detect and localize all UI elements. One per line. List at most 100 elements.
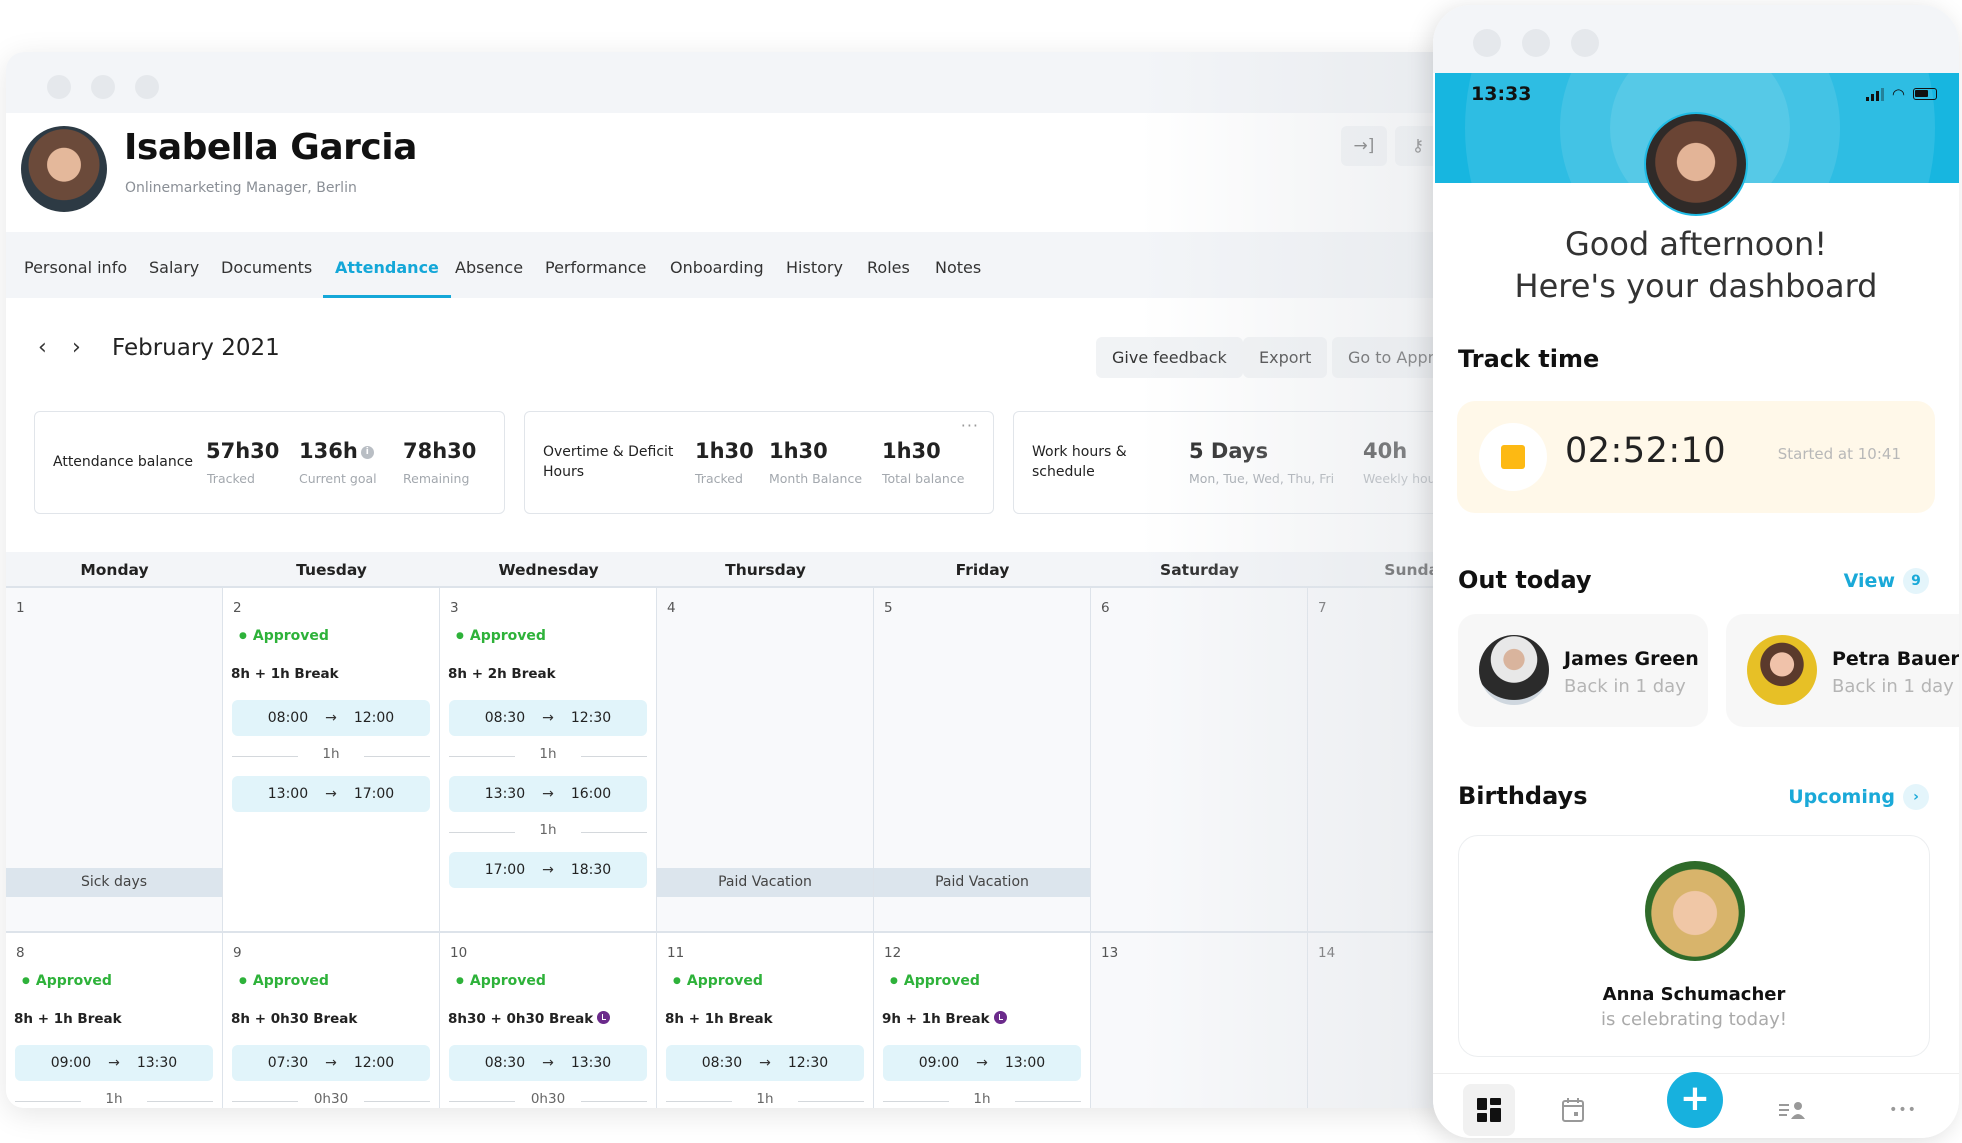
- day-number: 7: [1318, 600, 1327, 616]
- current-month-label: February 2021: [112, 335, 280, 361]
- view-out-today-link[interactable]: View 9: [1844, 568, 1929, 594]
- out-today-person-card[interactable]: James Green Back in 1 day: [1458, 614, 1708, 727]
- track-time-title: Track time: [1458, 345, 1600, 373]
- arrow-right-icon: →: [542, 862, 554, 878]
- tab-roles[interactable]: Roles: [867, 232, 910, 298]
- phone-titlebar: [1433, 5, 1959, 73]
- schedule-summary: 8h30 + 0h30 Break: [448, 1011, 611, 1027]
- tab-people[interactable]: [1766, 1084, 1818, 1136]
- approved-status: Approved: [456, 628, 546, 644]
- tab-salary[interactable]: Salary: [149, 232, 199, 298]
- dashboard-icon: [1477, 1098, 1501, 1122]
- calendar-day-cell[interactable]: 2 Approved 8h + 1h Break 08:00 → 12:00 1h 13:00…: [223, 588, 440, 933]
- time-slot[interactable]: 17:00 → 18:30: [449, 852, 647, 888]
- work-schedule-card: Work hours & schedule 5 Days Mon, Tue, W…: [1013, 411, 1466, 514]
- person-name: Petra Bauer: [1832, 648, 1959, 670]
- info-icon[interactable]: i: [360, 446, 374, 459]
- time-slot[interactable]: 08:30 → 12:30: [666, 1045, 864, 1081]
- weekday-header: Monday Tuesday Wednesday Thursday Friday…: [6, 552, 1466, 588]
- day-number: 8: [16, 945, 25, 961]
- tab-calendar[interactable]: [1547, 1084, 1599, 1136]
- day-number: 1: [16, 600, 25, 616]
- time-slot[interactable]: 09:00 → 13:00: [883, 1045, 1081, 1081]
- calendar-day-cell[interactable]: 4 Paid Vacation: [657, 588, 874, 933]
- tab-more[interactable]: •••: [1877, 1084, 1929, 1136]
- window-dot-maximize[interactable]: [135, 75, 159, 99]
- approved-status: Approved: [890, 973, 980, 989]
- export-button[interactable]: Export: [1243, 337, 1328, 378]
- tab-absence[interactable]: Absence: [455, 232, 523, 298]
- break-duration: 1h: [449, 746, 647, 766]
- greeting-line-2: Here's your dashboard: [1514, 267, 1878, 305]
- arrow-right-icon: →: [325, 1055, 337, 1071]
- user-avatar[interactable]: [1644, 112, 1748, 216]
- time-slot[interactable]: 08:00 → 12:00: [232, 700, 430, 736]
- schedule-text: 8h + 1h Break: [14, 1011, 122, 1027]
- window-dot-minimize[interactable]: [91, 75, 115, 99]
- calendar-day-cell[interactable]: 6: [1091, 588, 1308, 933]
- stop-timer-button[interactable]: [1479, 423, 1547, 491]
- approved-status: Approved: [239, 628, 329, 644]
- time-slot[interactable]: 09:00 → 13:30: [15, 1045, 213, 1081]
- calendar-day-cell[interactable]: 3 Approved 8h + 2h Break 08:30 → 12:30 1h 13:30…: [440, 588, 657, 933]
- time-slot[interactable]: 08:30 → 12:30: [449, 700, 647, 736]
- time-slot[interactable]: 13:30 → 16:00: [449, 776, 647, 812]
- day-number: 6: [1101, 600, 1110, 616]
- calendar-day-cell[interactable]: 10 Approved 8h30 + 0h30 Break 08:30 → 13:30 0h…: [440, 933, 657, 1108]
- schedule-text: 8h + 1h Break: [665, 1011, 773, 1027]
- weekday-monday: Monday: [80, 561, 149, 579]
- tab-history[interactable]: History: [786, 232, 843, 298]
- window-dot-close[interactable]: [47, 75, 71, 99]
- calendar-day-cell[interactable]: 9 Approved 8h + 0h30 Break 07:30 → 12:00 0h30: [223, 933, 440, 1108]
- overtime-clock-icon[interactable]: [993, 1011, 1007, 1024]
- calendar-day-cell[interactable]: 5 Paid Vacation: [874, 588, 1091, 933]
- next-month-button[interactable]: ›: [72, 335, 81, 360]
- more-options-icon[interactable]: ···: [961, 416, 979, 435]
- stat-card-title: Overtime & Deficit Hours: [543, 444, 674, 480]
- arrow-right-icon: →: [759, 1055, 771, 1071]
- window-dot-maximize[interactable]: [1571, 29, 1599, 57]
- weekday-wednesday: Wednesday: [498, 561, 599, 579]
- give-feedback-button[interactable]: Give feedback: [1096, 337, 1243, 378]
- out-today-person-card[interactable]: Petra Bauer Back in 1 day: [1726, 614, 1959, 727]
- arrow-right-icon: →: [542, 710, 554, 726]
- calendar-day-cell[interactable]: 13: [1091, 933, 1308, 1108]
- calendar-day-cell[interactable]: 12 Approved 9h + 1h Break 09:00 → 13:00 1h: [874, 933, 1091, 1108]
- tab-personal-info[interactable]: Personal info: [24, 232, 127, 298]
- add-button[interactable]: +: [1667, 1072, 1723, 1128]
- time-slot[interactable]: 13:00 → 17:00: [232, 776, 430, 812]
- time-tracker-card: 02:52:10 Started at 10:41: [1457, 401, 1935, 513]
- overtime-clock-icon[interactable]: [597, 1011, 611, 1024]
- weekday-friday: Friday: [955, 561, 1010, 579]
- calendar-day-cell[interactable]: 8 Approved 8h + 1h Break 09:00 → 13:30 1h: [6, 933, 223, 1108]
- slot-end-time: 12:30: [570, 710, 612, 726]
- birthday-card[interactable]: Anna Schumacher is celebrating today!: [1458, 835, 1930, 1057]
- absence-label[interactable]: Sick days: [6, 868, 222, 897]
- time-slot[interactable]: 07:30 → 12:00: [232, 1045, 430, 1081]
- signal-icon: [1865, 87, 1884, 101]
- window-dot-minimize[interactable]: [1522, 29, 1550, 57]
- break-duration: 1h: [232, 746, 430, 766]
- status-bar-time: 13:33: [1471, 83, 1532, 105]
- tab-documents[interactable]: Documents: [221, 232, 312, 298]
- calendar-day-cell[interactable]: 11 Approved 8h + 1h Break 08:30 → 12:30 1h: [657, 933, 874, 1108]
- tab-dashboard[interactable]: [1463, 1084, 1515, 1136]
- slot-start-time: 08:30: [484, 710, 526, 726]
- upcoming-birthdays-link[interactable]: Upcoming ›: [1788, 784, 1929, 810]
- time-slot[interactable]: 08:30 → 13:30: [449, 1045, 647, 1081]
- arrow-right-icon: →: [542, 1055, 554, 1071]
- calendar-day-cell[interactable]: 1 Sick days: [6, 588, 223, 933]
- tab-attendance[interactable]: Attendance: [323, 232, 451, 298]
- tab-notes[interactable]: Notes: [935, 232, 981, 298]
- slot-end-time: 18:30: [570, 862, 612, 878]
- tab-performance[interactable]: Performance: [545, 232, 646, 298]
- day-number: 12: [884, 945, 902, 961]
- window-dot-close[interactable]: [1473, 29, 1501, 57]
- absence-label[interactable]: Paid Vacation: [657, 868, 873, 897]
- tab-onboarding[interactable]: Onboarding: [670, 232, 764, 298]
- absence-label[interactable]: Paid Vacation: [874, 868, 1090, 897]
- break-duration: 0h30: [232, 1091, 430, 1108]
- login-as-button[interactable]: →]: [1341, 126, 1387, 166]
- day-number: 13: [1101, 945, 1119, 961]
- previous-month-button[interactable]: ‹: [38, 335, 47, 360]
